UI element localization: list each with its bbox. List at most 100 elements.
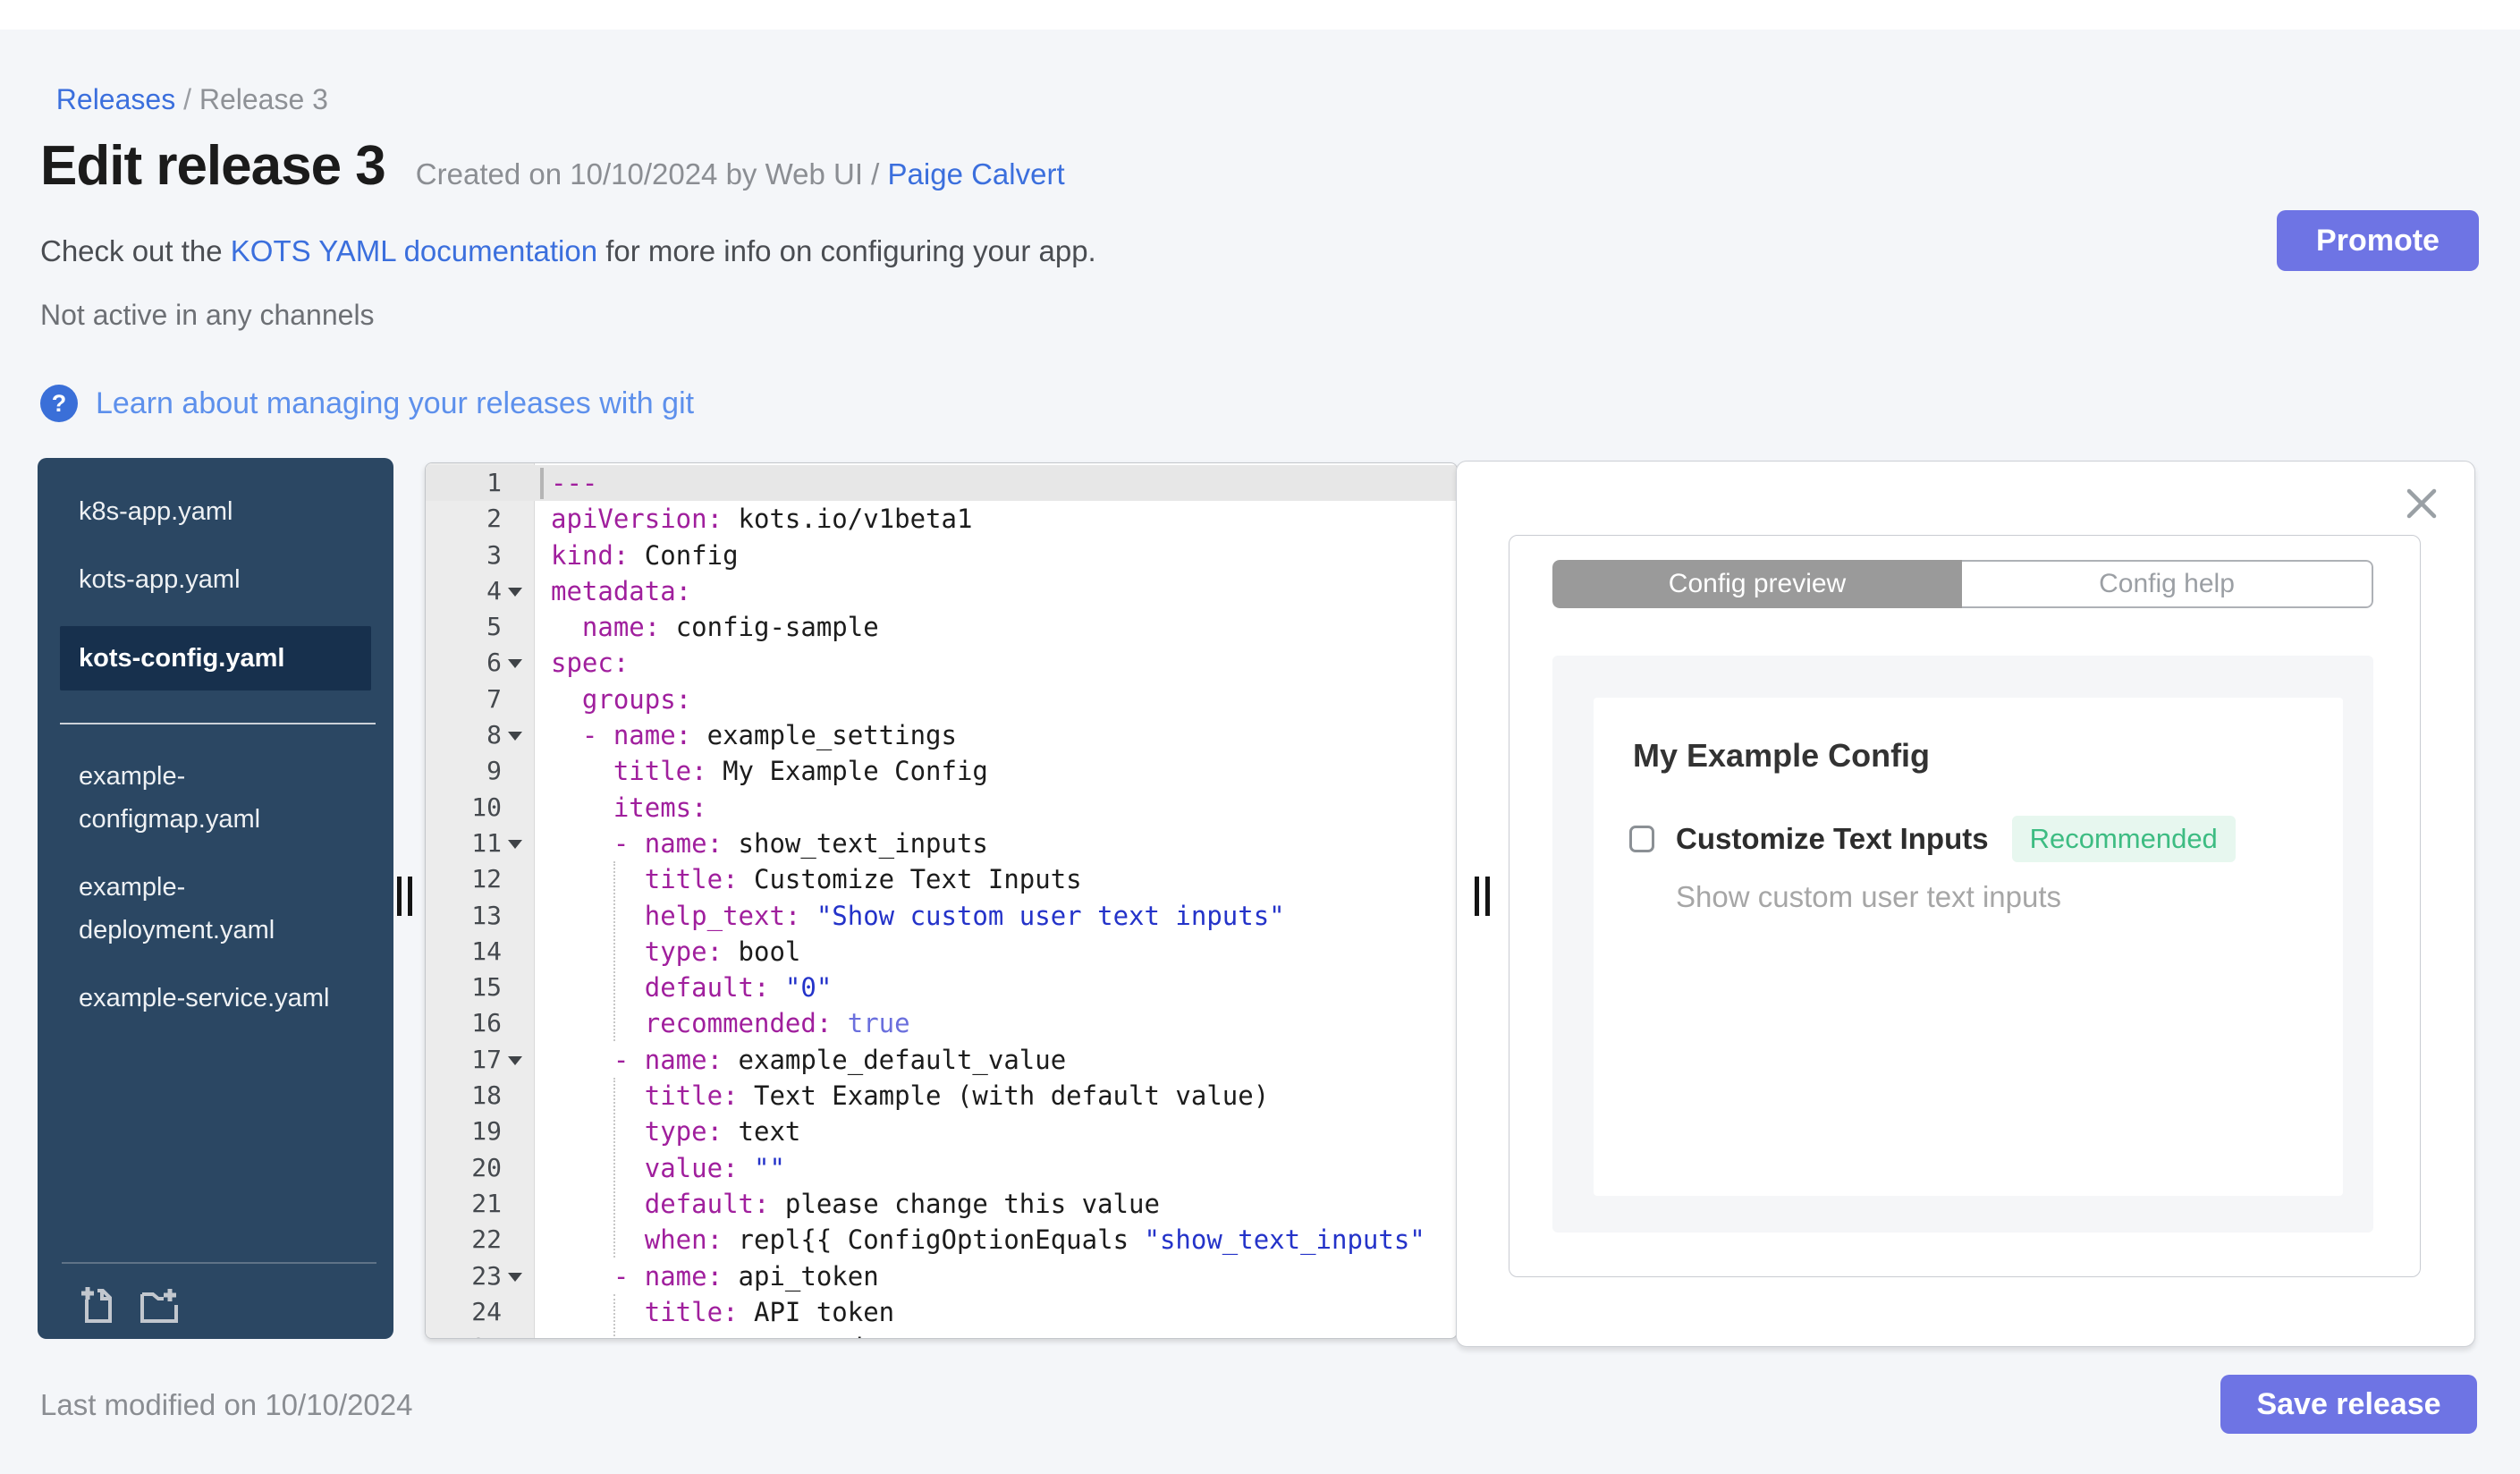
code-line[interactable]: 20 value: "": [426, 1150, 1457, 1186]
new-folder-button[interactable]: [139, 1283, 180, 1325]
sidebar-file-example-service-yaml[interactable]: example-service.yaml: [38, 977, 349, 1020]
documentation-line: Check out the KOTS YAML documentation fo…: [40, 234, 1096, 268]
promote-button[interactable]: Promote: [2277, 210, 2479, 271]
code-line[interactable]: 19 type: text: [426, 1114, 1457, 1149]
code-line[interactable]: 12 title: Customize Text Inputs: [426, 861, 1457, 897]
git-learn-link[interactable]: Learn about managing your releases with …: [96, 386, 694, 421]
line-number: 3: [486, 539, 502, 570]
config-item-help-text: Show custom user text inputs: [1676, 880, 2062, 913]
sidebar-file-k8s-app-yaml[interactable]: k8s-app.yaml: [38, 490, 349, 533]
breadcrumb-separator: /: [175, 83, 199, 115]
code-line[interactable]: 6 spec:: [426, 645, 1457, 681]
title-row: Edit release 3 Created on 10/10/2024 by …: [40, 134, 1065, 198]
top-white-strip: [0, 0, 2520, 30]
breadcrumb-releases-link[interactable]: Releases: [56, 83, 175, 115]
new-folder-icon: [140, 1289, 178, 1323]
line-number: 19: [471, 1116, 502, 1147]
created-text: Created on 10/10/2024 by Web UI /: [415, 157, 888, 191]
code-line[interactable]: 18 title: Text Example (with default val…: [426, 1078, 1457, 1114]
line-number: 1: [486, 468, 502, 497]
code-line[interactable]: 16 recommended: true: [426, 1005, 1457, 1041]
code-line[interactable]: 24 title: API token: [426, 1294, 1457, 1330]
code-line[interactable]: 7 groups:: [426, 682, 1457, 717]
sidebar-file-kots-config-yaml[interactable]: kots-config.yaml: [60, 626, 371, 690]
code-line[interactable]: 5 name: config-sample: [426, 609, 1457, 645]
code-line[interactable]: 4 metadata:: [426, 573, 1457, 609]
last-modified-text: Last modified on 10/10/2024: [40, 1388, 413, 1421]
sidebar-divider: [60, 723, 376, 724]
code-line[interactable]: 15 default: "0": [426, 970, 1457, 1005]
customize-text-inputs-checkbox[interactable]: [1629, 826, 1654, 852]
indent-guide: [613, 861, 615, 1041]
fold-arrow-icon[interactable]: [508, 1055, 522, 1065]
yaml-editor[interactable]: 1 --- 2 apiVersion: kots.io/v1beta1 3 kind: C…: [425, 462, 1458, 1339]
fold-arrow-icon[interactable]: [508, 659, 522, 669]
line-number: 11: [471, 827, 502, 858]
line-number: 6: [486, 648, 502, 678]
fold-arrow-icon[interactable]: [508, 587, 522, 597]
config-preview-box: Config preview Config help My Example Con…: [1509, 535, 2421, 1277]
tab-config-preview[interactable]: Config preview: [1552, 560, 1962, 608]
file-sidebar: k8s-app.yaml kots-app.yaml kots-config.yam…: [38, 458, 393, 1339]
new-file-button[interactable]: [78, 1283, 119, 1325]
config-card: My Example Config Customize Text Inputs …: [1594, 698, 2343, 1196]
code-line[interactable]: 9 title: My Example Config: [426, 753, 1457, 789]
line-number: 4: [486, 575, 502, 606]
config-item-title: Customize Text Inputs: [1676, 822, 1989, 855]
code-line[interactable]: 14 type: bool: [426, 934, 1457, 970]
line-number: 25: [426, 1330, 502, 1338]
sidebar-bottom-divider: [62, 1262, 376, 1264]
doc-prefix: Check out the: [40, 234, 231, 267]
doc-suffix: for more info on configuring your app.: [597, 234, 1096, 267]
code-line[interactable]: 8 - name: example_settings: [426, 717, 1457, 753]
tab-config-help[interactable]: Config help: [1962, 560, 2373, 608]
close-icon[interactable]: [2405, 487, 2439, 521]
created-info: Created on 10/10/2024 by Web UI / Paige …: [416, 157, 1065, 191]
code-lines: 1 --- 2 apiVersion: kots.io/v1beta1 3 kind: C…: [426, 465, 1457, 1338]
code-line[interactable]: 13 help_text: "Show custom user text inp…: [426, 898, 1457, 934]
help-question-icon: ?: [40, 385, 78, 422]
code-line[interactable]: 3 kind: Config: [426, 538, 1457, 573]
channel-status: Not active in any channels: [40, 299, 375, 331]
code-line[interactable]: 2 apiVersion: kots.io/v1beta1: [426, 501, 1457, 537]
code-line[interactable]: 25 type: password: [426, 1330, 1457, 1338]
git-learn-link-row[interactable]: ? Learn about managing your releases wit…: [40, 385, 694, 422]
save-release-button[interactable]: Save release: [2220, 1375, 2477, 1434]
sidebar-file-example-deployment-yaml[interactable]: example-deployment.yaml: [38, 866, 349, 952]
line-number: 12: [471, 864, 502, 894]
indent-guide: [613, 1078, 615, 1258]
code-line[interactable]: 11 - name: show_text_inputs: [426, 826, 1457, 861]
line-number: 18: [471, 1080, 502, 1111]
code-line[interactable]: 21 default: please change this value: [426, 1186, 1457, 1222]
breadcrumb: Releases / Release 3: [40, 50, 328, 116]
fold-arrow-icon[interactable]: [508, 839, 522, 849]
line-number: 21: [471, 1188, 502, 1218]
line-number: 22: [471, 1224, 502, 1255]
kots-yaml-doc-link[interactable]: KOTS YAML documentation: [231, 234, 597, 267]
fold-arrow-icon[interactable]: [508, 732, 522, 741]
config-item-row: Customize Text Inputs Recommended: [1629, 816, 2343, 862]
line-number: 5: [486, 612, 502, 642]
fold-arrow-icon[interactable]: [508, 1272, 522, 1282]
code-line[interactable]: 23 - name: api_token: [426, 1258, 1457, 1294]
created-by-link[interactable]: Paige Calvert: [888, 157, 1065, 191]
sidebar-resize-handle[interactable]: [397, 877, 413, 916]
code-line[interactable]: 22 when: repl{{ ConfigOptionEquals "show…: [426, 1222, 1457, 1258]
new-file-icon: [81, 1287, 112, 1323]
config-group-title: My Example Config: [1633, 737, 1931, 774]
recommended-badge: Recommended: [2011, 816, 2236, 862]
config-tabs: Config preview Config help: [1552, 560, 2373, 608]
code-line[interactable]: 1 ---: [426, 465, 1457, 502]
sidebar-file-kots-app-yaml[interactable]: kots-app.yaml: [38, 558, 349, 601]
preview-area: My Example Config Customize Text Inputs …: [1552, 656, 2373, 1233]
sidebar-file-example-configmap-yaml[interactable]: example-configmap.yaml: [38, 755, 349, 841]
line-number: 9: [486, 756, 502, 786]
line-number: 20: [471, 1152, 502, 1182]
code-line[interactable]: 17 - name: example_default_value: [426, 1042, 1457, 1078]
line-number: 24: [471, 1296, 502, 1326]
sidebar-actions: [78, 1283, 180, 1325]
indent-guide: [613, 1294, 615, 1338]
panel-resize-handle[interactable]: [1475, 877, 1491, 916]
code-line[interactable]: 10 items:: [426, 790, 1457, 826]
config-preview-panel: Config preview Config help My Example Con…: [1456, 461, 2475, 1347]
